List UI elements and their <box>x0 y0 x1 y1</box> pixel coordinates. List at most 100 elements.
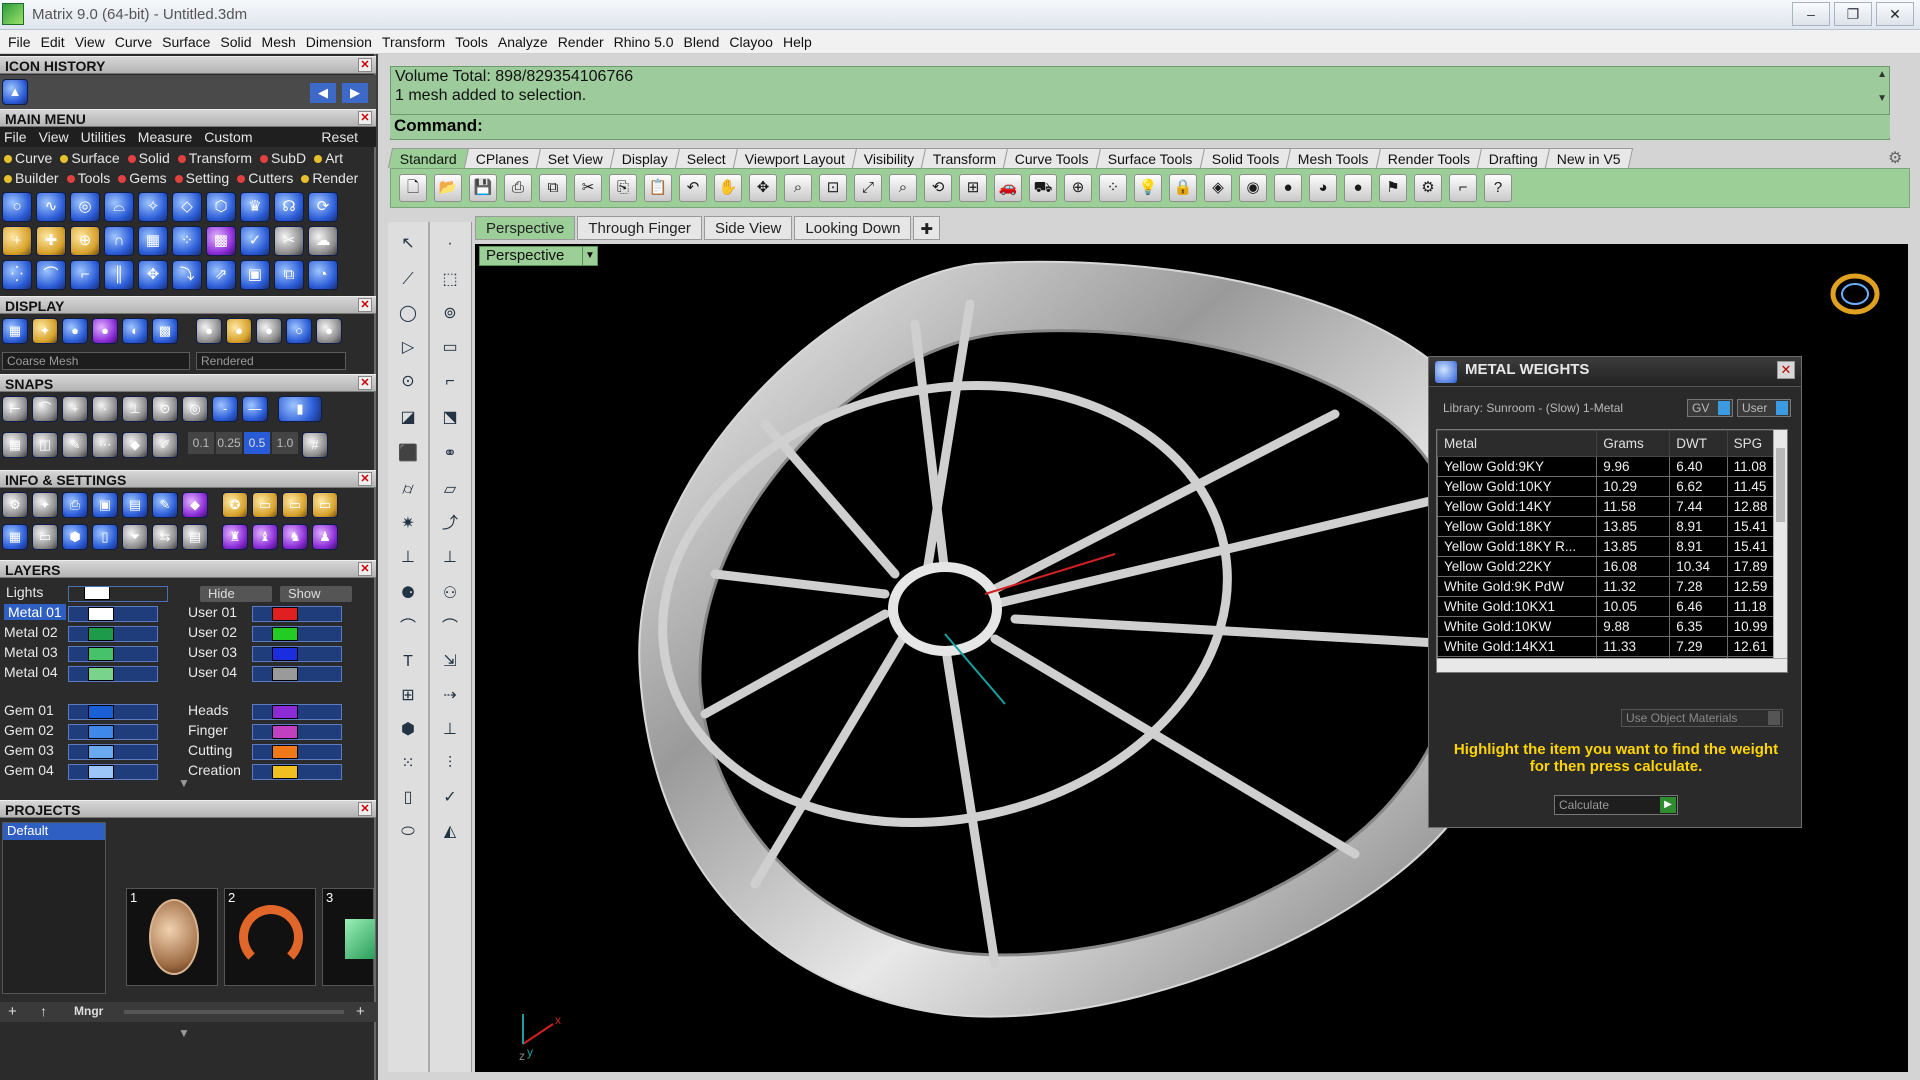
render-sphere-icon[interactable]: ● <box>92 318 118 344</box>
cloud-tool-icon[interactable]: ☁ <box>308 226 338 256</box>
planar-icon[interactable]: ◫ <box>32 432 58 458</box>
circle-tool-icon[interactable]: ○ <box>2 192 32 222</box>
rotate-view-icon[interactable]: ⟲ <box>924 174 952 202</box>
star-tool-icon[interactable]: ✷ <box>394 510 422 538</box>
gem-tool-icon[interactable]: ◇ <box>172 192 202 222</box>
cross-tool-icon[interactable]: ✚ <box>36 226 66 256</box>
snap-point-icon[interactable]: + <box>62 396 88 422</box>
user-toggle[interactable]: User <box>1737 399 1791 417</box>
tab-cplanes[interactable]: CPlanes <box>463 148 541 168</box>
close-icon[interactable]: ✕ <box>358 111 372 125</box>
offset-icon[interactable]: ⌒ <box>436 614 464 642</box>
loop-tool-icon[interactable]: ⟳ <box>308 192 338 222</box>
table-row[interactable]: Yellow Gold:18KY R... 13.85 8.91 15.41 <box>1437 536 1787 557</box>
people3-icon[interactable]: ♞ <box>282 524 308 550</box>
menu-render[interactable]: Render <box>558 34 604 50</box>
layer-color-swatch[interactable] <box>272 745 298 759</box>
lasso-tool-icon[interactable]: ∿ <box>36 192 66 222</box>
tab-solid-tools[interactable]: Solid Tools <box>1199 148 1292 168</box>
arrow-left-icon[interactable]: ◀ <box>310 83 336 103</box>
box-solid-icon[interactable]: ⬛ <box>394 440 422 468</box>
snap-quad-icon[interactable]: ◎ <box>182 396 208 422</box>
window2-icon[interactable]: ▭ <box>282 492 308 518</box>
col-dwt[interactable]: DWT <box>1669 430 1728 457</box>
cat-subd[interactable]: SubD <box>260 150 306 166</box>
new-file-icon[interactable]: 🗋 <box>399 174 427 202</box>
layer-name[interactable]: Gem 01 <box>4 702 54 718</box>
scroll-up-icon[interactable]: ▲ <box>1877 69 1887 80</box>
control-points-icon[interactable]: ⬚ <box>436 266 464 294</box>
project-thumb-2[interactable]: 2 <box>224 888 316 986</box>
up-arrow-icon[interactable]: ↑ <box>40 1003 47 1019</box>
target-icon[interactable]: ⊕ <box>1064 174 1092 202</box>
band-tool-icon[interactable]: ⌓ <box>104 192 134 222</box>
surface-icon[interactable]: ◪ <box>394 404 422 432</box>
copy-icon[interactable]: ⎘ <box>609 174 637 202</box>
triangle-icon[interactable]: ▷ <box>394 334 422 362</box>
blue-ring-icon[interactable]: ○ <box>286 318 312 344</box>
table-row[interactable]: White Gold:10KX1 10.05 6.46 11.18 <box>1437 596 1787 617</box>
layer-color-swatch[interactable] <box>88 725 114 739</box>
text-icon[interactable]: T <box>394 648 422 676</box>
cat-builder[interactable]: Builder <box>4 170 59 186</box>
grid-car-icon[interactable]: ⛟ <box>1029 174 1057 202</box>
move-view-icon[interactable]: ✥ <box>749 174 777 202</box>
project-default[interactable]: Default <box>3 823 105 840</box>
layer-name[interactable]: Gem 03 <box>4 742 54 758</box>
bend-tool-icon[interactable]: ⤵ <box>172 260 202 290</box>
grid-array-icon[interactable]: ⁙ <box>394 750 422 778</box>
blade-tool-icon[interactable]: ✂ <box>274 226 304 256</box>
vptab-looking-down[interactable]: Looking Down <box>794 216 912 240</box>
ellipse-icon[interactable]: ⊙ <box>394 368 422 396</box>
close-icon[interactable]: ✕ <box>358 802 372 816</box>
people1-icon[interactable]: ♜ <box>222 524 248 550</box>
mm-view[interactable]: View <box>39 129 69 145</box>
zoom-selected-icon[interactable]: ⌕ <box>889 174 917 202</box>
menu-mesh[interactable]: Mesh <box>262 34 296 50</box>
table-row[interactable]: Yellow Gold:22KY 16.08 10.34 17.89 <box>1437 556 1787 577</box>
close-icon[interactable]: ✕ <box>358 298 372 312</box>
menu-rhino5[interactable]: Rhino 5.0 <box>614 34 674 50</box>
cube-icon[interactable]: ⬢ <box>62 524 88 550</box>
mm-measure[interactable]: Measure <box>138 129 192 145</box>
table-hscrollbar[interactable] <box>1437 658 1787 672</box>
add-icon[interactable]: + <box>356 1003 365 1020</box>
tab-select[interactable]: Select <box>674 148 738 168</box>
hook-curve-icon[interactable]: ⌒ <box>394 614 422 642</box>
diamond-icon[interactable]: ◆ <box>122 432 148 458</box>
silver-ball-icon[interactable]: ● <box>316 318 342 344</box>
grid-toggle-icon[interactable]: # <box>302 432 328 458</box>
gumball-icon[interactable]: ⤴ <box>436 510 464 538</box>
add-viewport-icon[interactable]: ✚ <box>913 216 941 240</box>
snap-end-icon[interactable]: ⊢ <box>2 396 28 422</box>
vptab-through-finger[interactable]: Through Finger <box>577 216 702 240</box>
layer-lights[interactable]: Lights <box>6 584 43 600</box>
book-icon[interactable]: ▯ <box>92 524 118 550</box>
menu-solid[interactable]: Solid <box>220 34 251 50</box>
layer-name[interactable]: Metal 01 <box>4 604 66 620</box>
grid-snap-icon[interactable]: ▦ <box>2 432 28 458</box>
menu-tools[interactable]: Tools <box>455 34 488 50</box>
cat-surface[interactable]: Surface <box>60 150 120 166</box>
cat-render[interactable]: Render <box>301 170 358 186</box>
arch-tool-icon[interactable]: ∩ <box>104 226 134 256</box>
close-icon[interactable]: ✕ <box>1777 361 1795 379</box>
bezel-tool-icon[interactable]: ⬡ <box>206 192 236 222</box>
wrench-icon[interactable]: ✦ <box>32 492 58 518</box>
restore-button[interactable]: ❐ <box>1834 2 1872 26</box>
close-icon[interactable]: ✕ <box>358 562 372 576</box>
table-row[interactable]: Yellow Gold:10KY 10.29 6.62 11.45 <box>1437 476 1787 497</box>
display-mode-select[interactable]: Rendered <box>196 352 346 370</box>
head-tool-icon[interactable]: ♛ <box>240 192 270 222</box>
toolbar-settings-icon[interactable]: ⚙ <box>1888 148 1902 168</box>
minimize-button[interactable]: – <box>1792 2 1830 26</box>
command-prompt[interactable]: Command: <box>390 114 1890 138</box>
tab-drafting[interactable]: Drafting <box>1476 148 1550 168</box>
snap-ortho-icon[interactable]: ▮ <box>278 396 322 422</box>
properties-icon[interactable]: ▯ <box>394 784 422 812</box>
undo-icon[interactable]: ↶ <box>679 174 707 202</box>
gem-info-icon[interactable]: ◆ <box>182 492 208 518</box>
layer-color-swatch[interactable] <box>272 765 298 779</box>
tab-viewport-layout[interactable]: Viewport Layout <box>732 148 857 168</box>
layer-color-swatch[interactable] <box>88 765 114 779</box>
